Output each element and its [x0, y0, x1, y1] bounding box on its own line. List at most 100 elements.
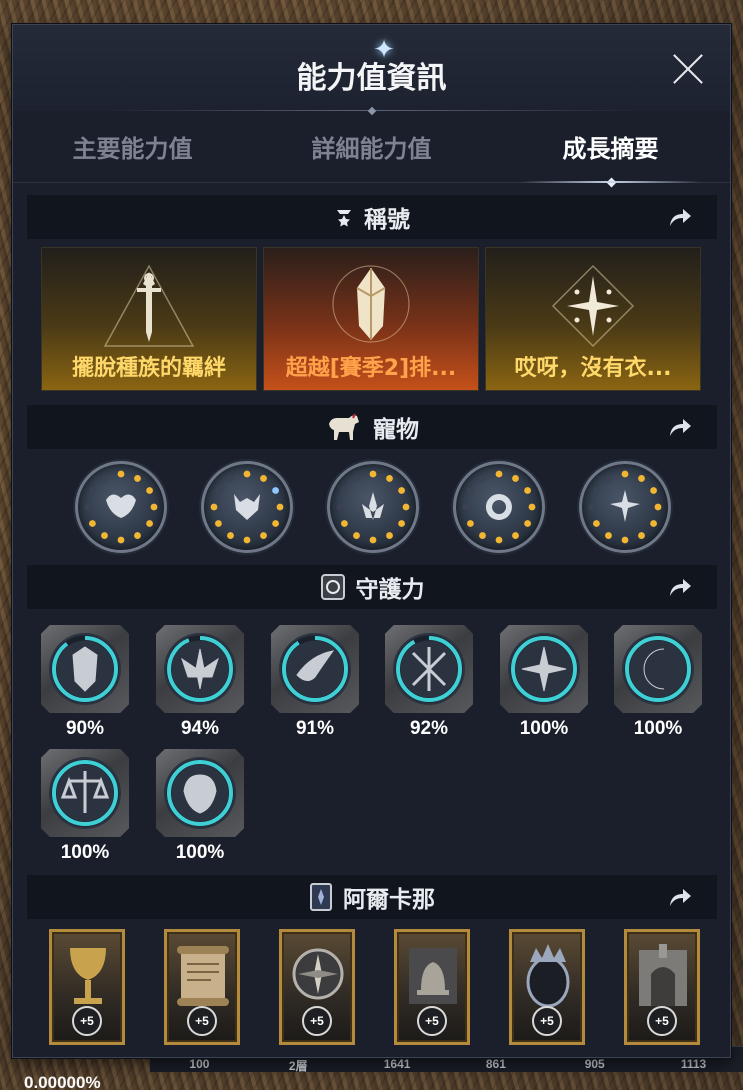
active-tab-indicator — [606, 177, 616, 188]
pet-list — [75, 461, 671, 553]
panel-header: ✦ 能力值資訊 — [13, 25, 730, 116]
section-label: 守護力 — [355, 577, 425, 603]
guardian-percent: 90% — [65, 718, 105, 739]
section-label: 阿爾卡那 — [343, 887, 435, 913]
guardian-frame — [41, 625, 129, 713]
title-card-label: 哎呀，沒有衣... — [514, 356, 672, 381]
guardian-percent: 94% — [180, 718, 220, 739]
arcana-card[interactable]: +5 — [624, 929, 700, 1045]
mirror-crown-icon — [526, 944, 570, 1008]
tab-detailed-stats[interactable]: 詳細能力值 — [252, 111, 491, 182]
compass-icon — [292, 948, 344, 1000]
guardian-percent: 100% — [519, 718, 569, 739]
pet-medal[interactable] — [579, 461, 671, 553]
section-header-arcana: 阿爾卡那 — [27, 875, 717, 919]
section-label: 寵物 — [373, 417, 419, 443]
owl-mask-icon — [84, 470, 158, 544]
guardian-item[interactable]: 100% — [614, 625, 702, 740]
tree-crest-icon — [164, 757, 236, 829]
bell-tower-icon — [409, 948, 457, 1004]
guardian-percent: 91% — [295, 718, 335, 739]
shield-emblem-icon — [49, 633, 121, 705]
share-icon[interactable] — [667, 416, 693, 438]
tab-label: 主要能力值 — [72, 135, 193, 163]
guardian-frame — [500, 625, 588, 713]
lotus-icon — [336, 470, 410, 544]
guardian-item[interactable]: 100% — [500, 625, 588, 740]
pet-medal[interactable] — [327, 461, 419, 553]
guardian-item[interactable]: 92% — [385, 625, 473, 740]
arcana-card[interactable]: +5 — [509, 929, 585, 1045]
crossed-blades-icon — [393, 633, 465, 705]
guardian-item[interactable]: 100% — [156, 749, 244, 864]
title-badge-icon — [334, 207, 354, 227]
arcana-level-badge: +5 — [417, 1006, 447, 1036]
background-percent-text: 0.00000% — [24, 1073, 101, 1090]
arcana-level-badge: +5 — [647, 1006, 677, 1036]
guardian-frame — [41, 749, 129, 837]
title-cards-row: 擺脫種族的羈絆 超越[賽季2]排... 哎呀，沒有衣... — [41, 247, 701, 391]
arcana-card[interactable]: +5 — [279, 929, 355, 1045]
horse-icon — [325, 412, 363, 442]
sparkle-diamond-icon — [551, 264, 635, 348]
tab-growth-summary[interactable]: 成長摘要 — [491, 111, 730, 188]
pet-medal[interactable] — [453, 461, 545, 553]
vortex-sun-icon — [462, 470, 536, 544]
arcana-card-icon — [309, 882, 333, 912]
arcana-level-badge: +5 — [532, 1006, 562, 1036]
share-icon[interactable] — [667, 206, 693, 228]
section-header-titles: 稱號 — [27, 195, 717, 239]
compass-star-icon — [508, 633, 580, 705]
winged-crest-icon — [164, 633, 236, 705]
guardian-frame — [271, 625, 359, 713]
shield-crest-icon — [332, 265, 410, 343]
wolf-head-icon — [210, 470, 284, 544]
guardian-percent: 100% — [633, 718, 683, 739]
close-icon[interactable] — [670, 51, 706, 87]
guardian-percent: 100% — [175, 842, 225, 863]
arcana-level-badge: +5 — [187, 1006, 217, 1036]
guardian-frame — [385, 625, 473, 713]
title-card-label: 擺脫種族的羈絆 — [71, 356, 226, 381]
tab-label: 詳細能力值 — [311, 135, 432, 163]
stats-info-panel: ✦ 能力值資訊 主要能力值 詳細能力值 成長摘要 稱號 擺脫種族的羈絆 超越[賽… — [12, 24, 731, 1058]
guardian-frame — [156, 749, 244, 837]
guardian-item[interactable]: 94% — [156, 625, 244, 740]
guardian-item[interactable]: 90% — [41, 625, 129, 740]
phoenix-icon — [279, 633, 351, 705]
arcana-level-badge: +5 — [302, 1006, 332, 1036]
title-card[interactable]: 超越[賽季2]排... — [263, 247, 479, 391]
title-card[interactable]: 擺脫種族的羈絆 — [41, 247, 257, 391]
share-icon[interactable] — [667, 886, 693, 908]
arcana-level-badge: +5 — [72, 1006, 102, 1036]
guardian-crest-icon — [320, 573, 346, 601]
guardian-percent: 92% — [409, 718, 449, 739]
star-flower-icon — [588, 470, 662, 544]
title-card[interactable]: 哎呀，沒有衣... — [485, 247, 701, 391]
section-header-guardian: 守護力 — [27, 565, 717, 609]
share-icon[interactable] — [667, 576, 693, 598]
chalice-icon — [70, 948, 106, 1004]
crescent-moon-icon — [622, 633, 694, 705]
panel-title: 能力值資訊 — [296, 61, 447, 96]
arcana-card[interactable]: +5 — [49, 929, 125, 1045]
arcana-list: +5 +5 +5 +5 +5 +5 — [49, 929, 700, 1045]
arcana-card[interactable]: +5 — [394, 929, 470, 1045]
scales-icon — [49, 757, 121, 829]
pet-medal[interactable] — [75, 461, 167, 553]
arcana-card[interactable]: +5 — [164, 929, 240, 1045]
section-header-pets: 寵物 — [27, 405, 717, 449]
gate-icon — [639, 944, 687, 1006]
guardian-percent: 100% — [60, 842, 110, 863]
tab-label: 成長摘要 — [562, 135, 659, 163]
guardian-item[interactable]: 91% — [271, 625, 359, 740]
guardian-frame — [156, 625, 244, 713]
scroll-icon — [177, 946, 229, 1006]
title-card-label: 超越[賽季2]排... — [285, 356, 457, 381]
sword-triangle-icon — [103, 264, 195, 347]
section-label: 稱號 — [364, 207, 410, 233]
guardian-item[interactable]: 100% — [41, 749, 129, 864]
tab-main-stats[interactable]: 主要能力值 — [13, 111, 252, 182]
pet-medal[interactable] — [201, 461, 293, 553]
tab-bar: 主要能力值 詳細能力值 成長摘要 — [13, 111, 730, 188]
